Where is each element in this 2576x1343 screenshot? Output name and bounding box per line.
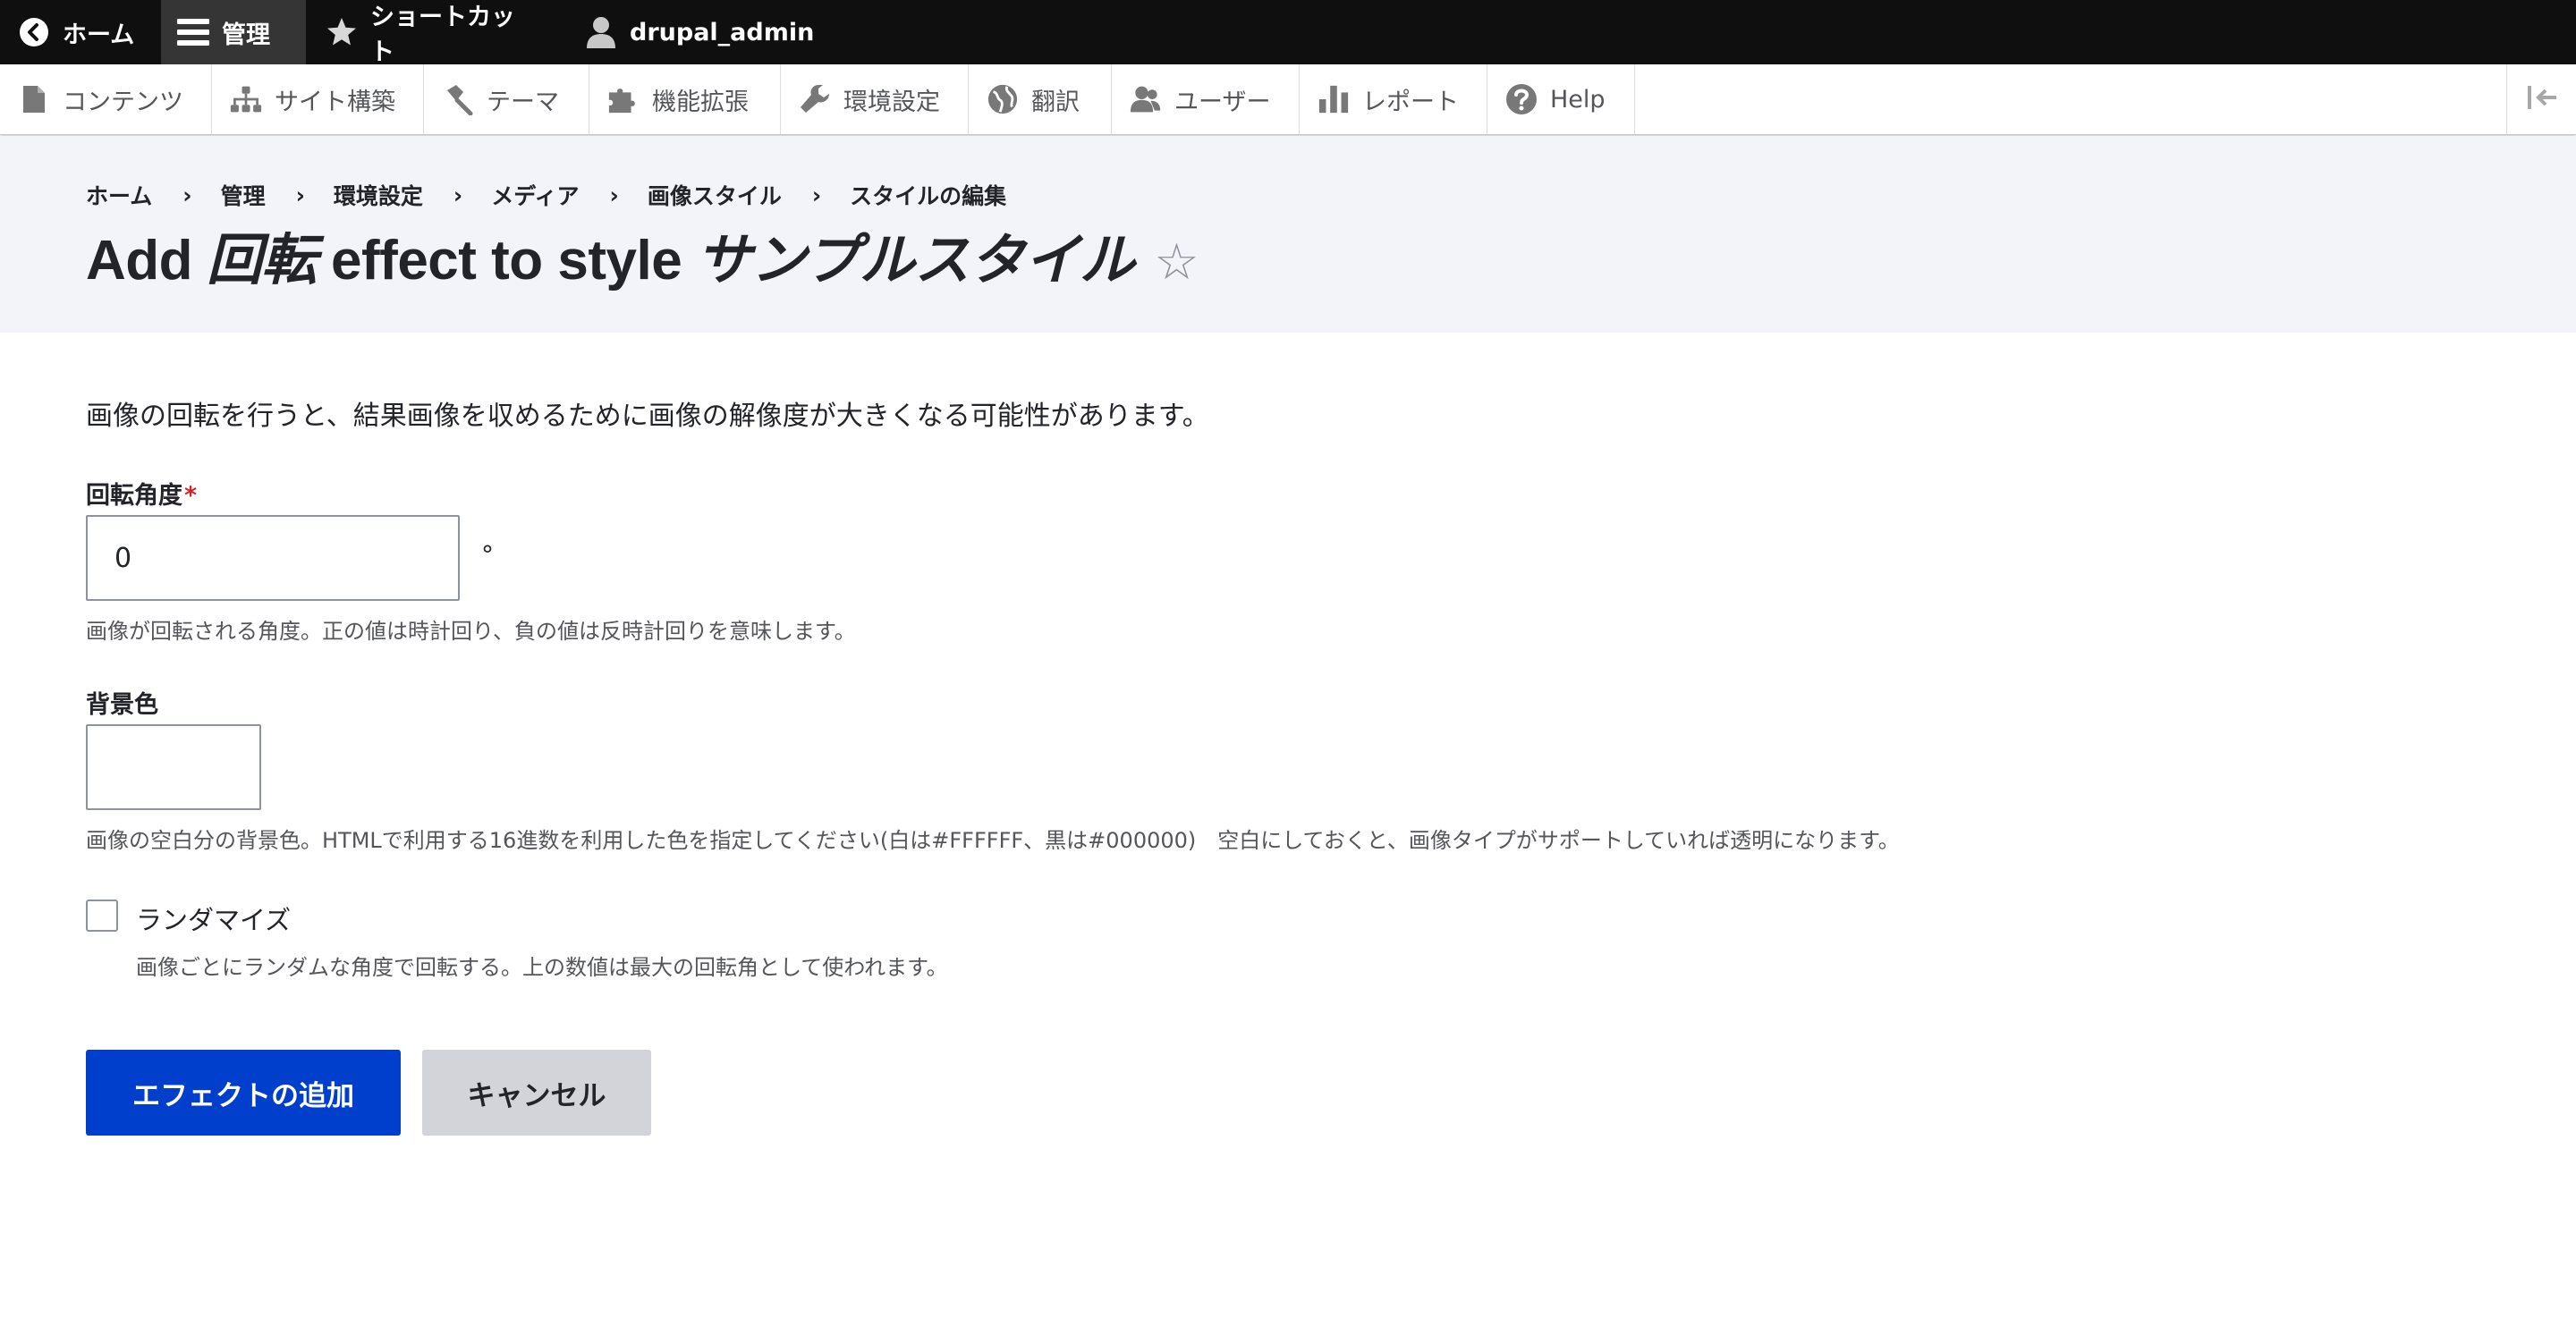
title-style-name: サンプルスタイル [696,230,1135,291]
tray-item-reports[interactable]: レポート [1300,64,1487,134]
breadcrumb-link[interactable]: 環境設定 [334,179,423,211]
paintbrush-icon [442,83,474,115]
toolbar-user-label: drupal_admin [630,18,815,46]
tray-item-people[interactable]: ユーザー [1112,64,1300,134]
required-marker: * [184,482,198,510]
toolbar-manage-tab[interactable]: 管理 [161,0,306,64]
tray-item-label: ユーザー [1174,88,1271,116]
bar-chart-icon [1318,83,1350,115]
tray-item-structure[interactable]: サイト構築 [212,64,424,134]
bgcolor-input[interactable] [86,724,261,810]
help-icon [1505,83,1538,115]
file-icon [18,83,50,115]
user-icon [585,16,617,48]
randomize-label[interactable]: ランダマイズ [136,900,291,937]
tray-orientation-toggle[interactable] [2506,64,2576,134]
tray-item-help[interactable]: Help [1487,64,1635,134]
randomize-description: 画像ごとにランダムな角度で回転する。上の数値は最大の回転角として使われます。 [136,955,948,980]
wrench-icon [799,83,831,115]
tray-item-label: サイト構築 [275,88,395,116]
tray-item-label: レポート [1362,88,1459,116]
tray-item-extend[interactable]: 機能拡張 [589,64,781,134]
toolbar-home-link[interactable]: ホーム [0,0,161,64]
tray-item-label: コンテンツ [63,88,183,116]
page-header: ホーム › 管理 › 環境設定 › メディア › 画像スタイル › スタイルの編… [0,136,2576,333]
page-title: Add 回転 effect to style サンプルスタイル ☆ [86,215,1199,295]
sitemap-icon [230,83,262,115]
form-intro-text: 画像の回転を行うと、結果画像を収めるために画像の解像度が大きくなる可能性がありま… [86,401,1209,432]
angle-input[interactable]: 0 [86,515,460,601]
angle-label: 回転角度* [86,476,197,511]
angle-unit: ° [481,540,494,570]
breadcrumb-separator: › [453,182,463,208]
breadcrumb-separator: › [609,182,619,208]
tray-item-label: 翻訳 [1031,88,1080,116]
title-middle: effect to style [331,230,682,291]
tray-item-translation[interactable]: 翻訳 [969,64,1112,134]
star-icon [326,16,358,48]
collapse-left-icon [2526,84,2558,114]
breadcrumb-link[interactable]: 画像スタイル [648,179,782,211]
add-effect-button[interactable]: エフェクトの追加 [86,1050,401,1136]
bgcolor-label: 背景色 [86,691,158,719]
people-icon [1130,83,1162,115]
globe-icon [987,83,1019,115]
tray-item-label: 環境設定 [843,88,940,116]
breadcrumb: ホーム › 管理 › 環境設定 › メディア › 画像スタイル › スタイルの編… [86,179,1006,211]
tray-item-label: Help [1550,85,1606,114]
tray-item-label: 機能拡張 [652,88,749,116]
breadcrumb-link[interactable]: スタイルの編集 [850,179,1006,211]
toolbar-shortcuts-label: ショートカット [370,4,515,66]
toolbar-shortcuts-tab[interactable]: ショートカット [306,0,560,66]
tray-item-label: テーマ [487,88,559,116]
randomize-checkbox[interactable] [86,900,118,932]
toolbar-manage-label: 管理 [222,21,270,49]
bgcolor-description: 画像の空白分の背景色。HTMLで利用する16進数を利用した色を指定してください(… [86,828,1900,853]
breadcrumb-link[interactable]: ホーム [86,179,152,211]
angle-label-text: 回転角度 [86,482,182,510]
hamburger-menu-icon [177,16,209,48]
puzzle-icon [607,83,640,115]
toolbar-user-tab[interactable]: drupal_admin [560,0,835,64]
tray-item-configuration[interactable]: 環境設定 [781,64,969,134]
admin-menu-tray: コンテンツ サイト構築 テーマ 機能拡張 環境設定 翻訳 ユーザー レポート H… [0,64,2576,135]
title-effect-name: 回転 [207,230,318,291]
title-prefix: Add [86,230,193,291]
breadcrumb-link[interactable]: 管理 [221,179,266,211]
tray-item-content[interactable]: コンテンツ [0,64,212,134]
breadcrumb-link[interactable]: メディア [491,179,579,211]
cancel-button[interactable]: キャンセル [422,1050,651,1136]
angle-description: 画像が回転される角度。正の値は時計回り、負の値は反時計回りを意味します。 [86,619,856,644]
toolbar-home-label: ホーム [63,21,135,49]
back-arrow-icon [18,16,50,48]
admin-toolbar: ホーム 管理 ショートカット drupal_admin [0,0,2576,66]
breadcrumb-separator: › [295,182,305,208]
breadcrumb-separator: › [182,182,192,208]
breadcrumb-separator: › [811,182,822,208]
shortcut-star-icon[interactable]: ☆ [1154,232,1199,291]
tray-item-appearance[interactable]: テーマ [424,64,589,134]
